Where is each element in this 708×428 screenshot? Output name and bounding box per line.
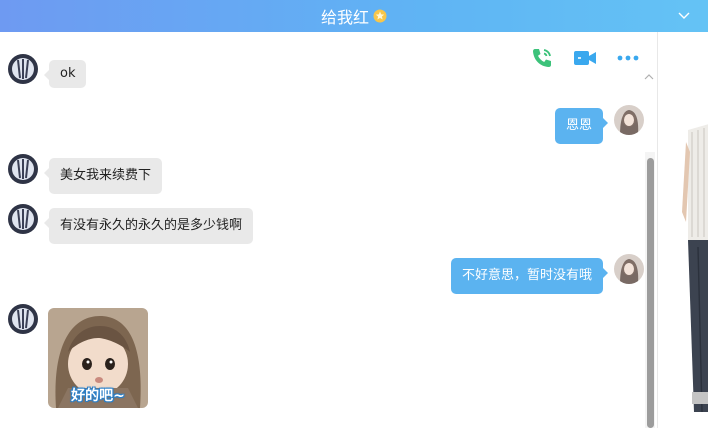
contact-avatar[interactable] [8,204,38,234]
video-call-icon[interactable] [572,46,598,70]
chat-title: 给我红 [320,8,369,27]
phone-call-icon[interactable] [529,46,555,70]
message-bubble-outgoing[interactable]: 不好意思，暂时没有哦 [451,258,609,294]
self-avatar-image [614,105,644,135]
message-bubble-incoming[interactable]: ok [43,60,87,88]
chat-pane: ok 恩恩 美女我来续费下 有没有永久的永久的是多少钱啊 不好意思，暂时没有哦 … [0,32,656,428]
contact-avatar-image [8,204,38,234]
message-text: 恩恩 [566,118,593,133]
more-icon[interactable] [615,46,641,70]
self-avatar[interactable] [614,254,644,284]
character-figure-image [682,124,708,413]
side-panel [657,32,708,428]
chevron-down-icon[interactable] [676,7,692,23]
title-bar: 给我红 [0,0,708,32]
collapse-caret-icon[interactable] [643,72,655,82]
message-text: 有没有永久的永久的是多少钱啊 [60,218,243,233]
message-bubble-outgoing[interactable]: 恩恩 [555,108,609,144]
sticker-caption: 好的吧~ [71,388,125,404]
star-badge-icon [373,9,387,23]
contact-avatar-image [8,154,38,184]
contact-avatar-image [8,304,38,334]
message-text: 不好意思，暂时没有哦 [462,268,593,283]
self-avatar-image [614,254,644,284]
message-bubble-incoming[interactable]: 有没有永久的永久的是多少钱啊 [43,208,254,244]
message-text: 美女我来续费下 [60,168,152,183]
contact-avatar[interactable] [8,154,38,184]
self-avatar[interactable] [614,105,644,135]
contact-avatar-image [8,54,38,84]
scrollbar-thumb[interactable] [647,158,654,428]
sticker-message[interactable]: 好的吧~ [48,308,148,408]
chat-title-group: 给我红 [321,4,387,28]
contact-avatar[interactable] [8,304,38,334]
contact-avatar[interactable] [8,54,38,84]
message-bubble-incoming[interactable]: 美女我来续费下 [43,158,163,194]
message-text: ok [60,66,76,81]
